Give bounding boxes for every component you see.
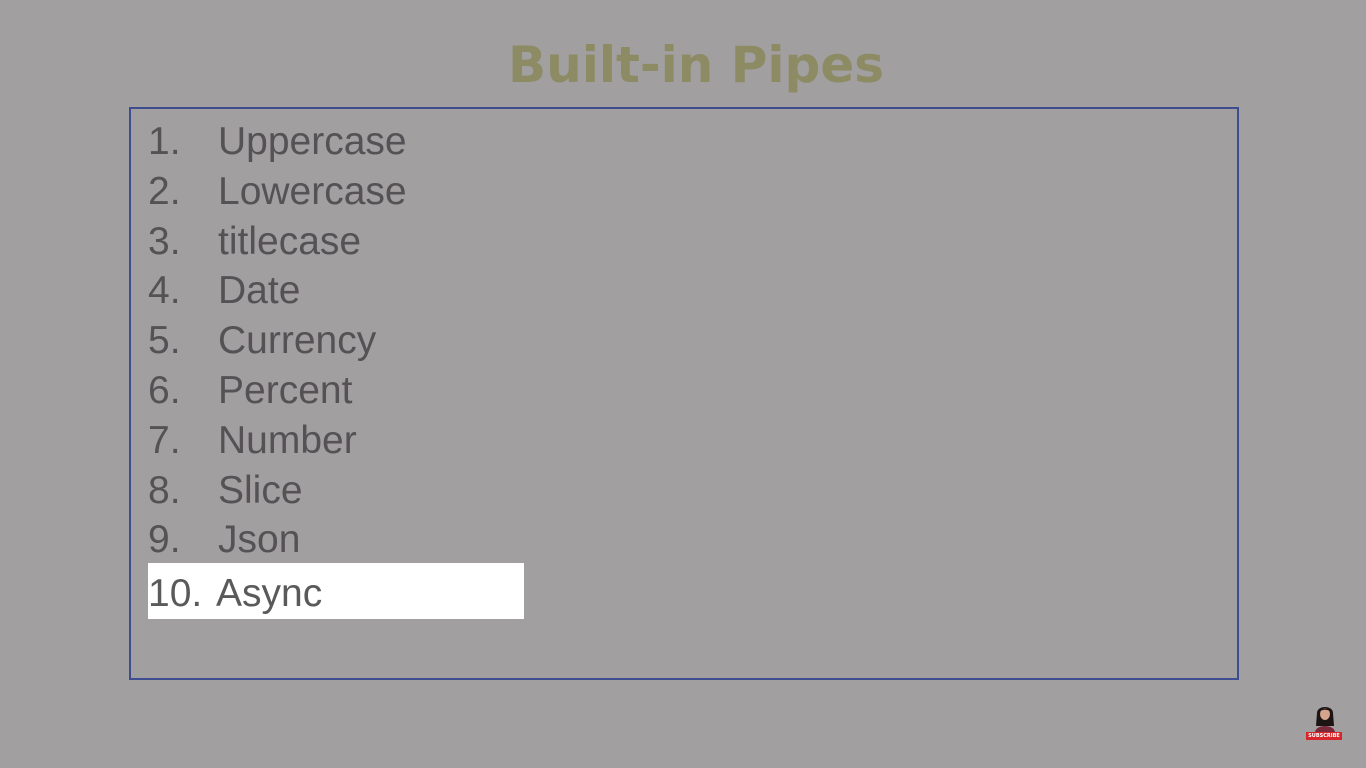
list-item: 1. Uppercase: [148, 117, 524, 167]
list-item-number: 3.: [148, 219, 181, 263]
presenter-avatar-icon: [1315, 707, 1335, 732]
list-item-label: Date: [218, 269, 301, 313]
list-item-label: Lowercase: [218, 169, 407, 213]
list-item-number: 10.: [148, 572, 203, 616]
list-item-number: 7.: [148, 418, 181, 462]
list-item-label: Currency: [218, 319, 377, 363]
subscribe-label[interactable]: SUBSCRIBE: [1306, 732, 1342, 740]
list-item-label: Slice: [218, 468, 303, 512]
list-item: 9. Json: [148, 515, 524, 565]
highlighted-list-item: 10. Async: [148, 563, 524, 620]
list-item-label: Async: [216, 572, 323, 616]
list-item-label: Number: [218, 418, 357, 462]
subscribe-badge[interactable]: SUBSCRIBE: [1305, 700, 1343, 742]
slide-title: Built-in Pipes: [507, 36, 885, 94]
list-item-number: 9.: [148, 518, 181, 562]
list-item-number: 4.: [148, 269, 181, 313]
pipes-list-box: 1. Uppercase 2. Lowercase 3. titlecase 4…: [129, 107, 1239, 680]
list-item: 2. Lowercase: [148, 167, 524, 217]
list-item-label: Uppercase: [218, 120, 407, 163]
list-item: 3. titlecase: [148, 217, 524, 267]
list-item-label: titlecase: [218, 219, 362, 263]
list-item-label: Json: [218, 518, 301, 562]
list-item: 4. Date: [148, 266, 524, 316]
slide: Built-in Pipes 1. Uppercase 2. Lowercase…: [0, 0, 1366, 768]
list-item-number: 1.: [148, 120, 181, 163]
list-item: 8. Slice: [148, 466, 524, 516]
list-item: 5. Currency: [148, 316, 524, 366]
list-item-label: Percent: [218, 368, 353, 412]
list-item-number: 2.: [148, 169, 181, 213]
list-item: 6. Percent: [148, 366, 524, 416]
list-item-number: 8.: [148, 468, 181, 512]
list-item: 7. Number: [148, 416, 524, 466]
list-item-number: 5.: [148, 319, 181, 363]
list-item-number: 6.: [148, 368, 181, 412]
pipes-list: 1. Uppercase 2. Lowercase 3. titlecase 4…: [148, 117, 524, 620]
